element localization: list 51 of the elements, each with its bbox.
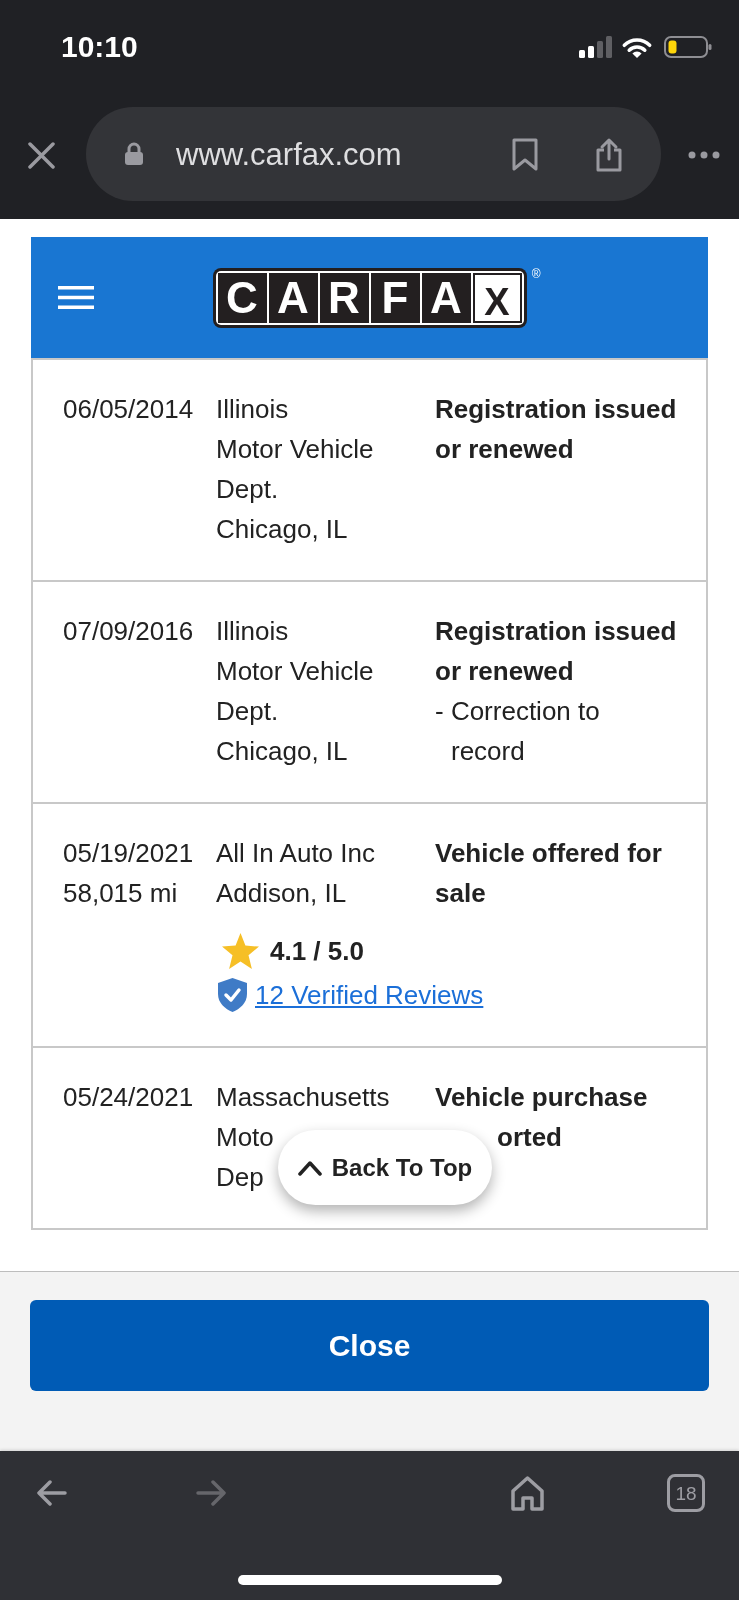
source-line: Motor Vehicle Dept. <box>216 655 375 728</box>
logo-letter: A <box>268 272 318 323</box>
battery-icon <box>664 36 712 58</box>
date-text: 05/19/2021 <box>63 837 194 870</box>
share-icon[interactable] <box>594 136 624 172</box>
lock-icon <box>124 142 144 166</box>
source-line: All In Auto Inc <box>216 837 375 870</box>
back-arrow-icon[interactable] <box>37 1480 67 1506</box>
reviews-link[interactable]: 12 Verified Reviews <box>255 975 484 1015</box>
logo-letter: R <box>319 272 369 323</box>
home-icon[interactable] <box>510 1475 545 1511</box>
status-time: 10:10 <box>61 32 138 62</box>
verified-shield-icon <box>218 978 247 1012</box>
source-line: Illinois <box>216 393 289 426</box>
back-to-top-button[interactable]: Back To Top <box>278 1130 492 1205</box>
rating-text: 4.1 / 5.0 <box>270 935 364 968</box>
source-line: Chicago, IL <box>216 513 348 546</box>
date-text: 06/05/2014 <box>63 393 194 426</box>
registered-mark: ® <box>531 267 541 280</box>
address-bar[interactable]: www.carfax.com <box>86 107 661 201</box>
date-text: 05/24/2021 <box>63 1081 194 1114</box>
event-text: Registration issued or renewed <box>435 615 678 688</box>
source-line: Motor Vehicle Dept. <box>216 433 375 506</box>
event-text: Vehicle offered for sale <box>435 837 663 910</box>
chevron-up-icon <box>297 1159 322 1176</box>
close-button[interactable]: Close <box>30 1300 709 1391</box>
logo-letter: A <box>421 272 471 323</box>
event-text: Vehicle purchase <box>435 1081 649 1114</box>
source-line: Massachusetts <box>216 1081 390 1114</box>
event-text: orted <box>497 1121 562 1154</box>
menu-icon[interactable] <box>58 286 94 309</box>
event-text: Registration issued or renewed <box>435 393 678 466</box>
logo-letter: C <box>217 272 267 323</box>
source-line: Illinois <box>216 615 289 648</box>
note-text: - Correction to record <box>435 695 601 768</box>
bookmark-icon[interactable] <box>511 137 539 171</box>
date-text: 07/09/2016 <box>63 615 194 648</box>
source-line: Moto <box>216 1121 274 1154</box>
source-line: Dep <box>216 1161 264 1194</box>
wifi-icon <box>621 36 653 58</box>
mileage-text: 58,015 mi <box>63 877 178 910</box>
url-text: www.carfax.com <box>176 138 402 170</box>
star-icon <box>222 933 259 969</box>
logo-letter: X <box>472 272 522 323</box>
source-line: Chicago, IL <box>216 735 348 768</box>
logo-letter: F <box>370 272 420 323</box>
source-line: Addison, IL <box>216 877 347 910</box>
more-icon[interactable] <box>688 151 720 159</box>
close-icon[interactable] <box>28 142 55 169</box>
tab-count-button[interactable]: 18 <box>667 1474 705 1512</box>
signal-icon <box>579 36 612 58</box>
